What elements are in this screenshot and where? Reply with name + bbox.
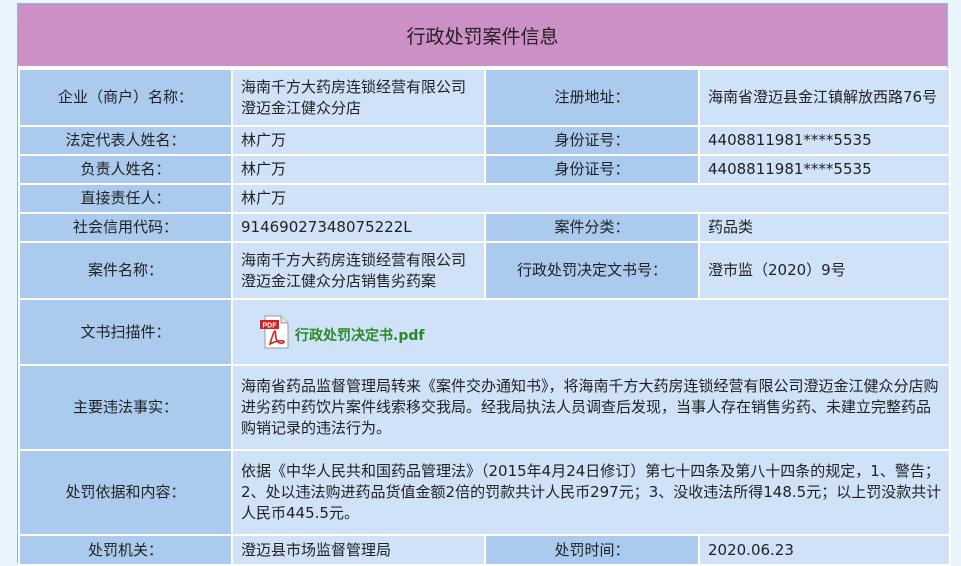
table-row: 直接责任人： 林广万 <box>18 183 951 214</box>
table-row: 主要违法事实： 海南省药品监督管理局转来《案件交办通知书》，将海南千方大药房连锁… <box>18 364 951 451</box>
legal-rep-value: 林广万 <box>231 125 486 156</box>
table-row: 处罚机关： 澄迈县市场监督管理局 处罚时间： 2020.06.23 <box>18 534 951 566</box>
address-label: 注册地址： <box>484 68 700 127</box>
direct-responsible-value: 林广万 <box>231 183 951 214</box>
table-row: 负责人姓名： 林广万 身份证号： 4408811981****5535 <box>18 154 951 185</box>
authority-label: 处罚机关： <box>18 534 233 566</box>
scan-label: 文书扫描件： <box>18 298 233 366</box>
credit-code-value: 91469027348075222L <box>231 212 486 243</box>
id-number-value: 4408811981****5535 <box>698 125 951 156</box>
id-number-label-2: 身份证号： <box>484 154 700 185</box>
legal-rep-label: 法定代表人姓名： <box>18 125 233 156</box>
decision-no-value: 澄市监（2020）9号 <box>698 241 951 300</box>
case-info-panel: 行政处罚案件信息 企业（商户）名称： 海南千方大药房连锁经营有限公司澄迈金江健众… <box>17 3 951 566</box>
facts-value: 海南省药品监督管理局转来《案件交办通知书》，将海南千方大药房连锁经营有限公司澄迈… <box>231 364 951 451</box>
company-name-value: 海南千方大药房连锁经营有限公司澄迈金江健众分店 <box>231 68 486 127</box>
id-number-label: 身份证号： <box>484 125 700 156</box>
pdf-attachment-label[interactable]: 行政处罚决定书.pdf <box>295 326 424 347</box>
case-category-value: 药品类 <box>698 212 951 243</box>
company-name-label: 企业（商户）名称： <box>18 68 233 127</box>
person-in-charge-value: 林广万 <box>231 154 486 185</box>
svg-text:PDF: PDF <box>263 323 278 330</box>
scan-cell: PDF 行政处罚决定书.pdf <box>231 298 951 366</box>
table-row: 社会信用代码： 91469027348075222L 案件分类： 药品类 <box>18 212 951 243</box>
case-info-table: 企业（商户）名称： 海南千方大药房连锁经营有限公司澄迈金江健众分店 注册地址： … <box>18 68 951 566</box>
penalty-time-value: 2020.06.23 <box>698 534 951 566</box>
table-row: 法定代表人姓名： 林广万 身份证号： 4408811981****5535 <box>18 125 951 156</box>
case-name-value: 海南千方大药房连锁经营有限公司澄迈金江健众分店销售劣药案 <box>231 241 486 300</box>
direct-responsible-label: 直接责任人： <box>18 183 233 214</box>
pdf-attachment-link[interactable]: PDF 行政处罚决定书.pdf <box>259 314 945 350</box>
credit-code-label: 社会信用代码： <box>18 212 233 243</box>
person-in-charge-label: 负责人姓名： <box>18 154 233 185</box>
penalty-time-label: 处罚时间： <box>484 534 700 566</box>
id-number-value-2: 4408811981****5535 <box>698 154 951 185</box>
decision-no-label: 行政处罚决定文书号： <box>484 241 700 300</box>
table-row: 企业（商户）名称： 海南千方大药房连锁经营有限公司澄迈金江健众分店 注册地址： … <box>18 68 951 127</box>
page-title: 行政处罚案件信息 <box>18 4 947 68</box>
case-name-label: 案件名称： <box>18 241 233 300</box>
table-row: 案件名称： 海南千方大药房连锁经营有限公司澄迈金江健众分店销售劣药案 行政处罚决… <box>18 241 951 300</box>
facts-label: 主要违法事实： <box>18 364 233 451</box>
authority-value: 澄迈县市场监督管理局 <box>231 534 486 566</box>
pdf-file-icon: PDF <box>260 315 289 349</box>
basis-value: 依据《中华人民共和国药品管理法》（2015年4月24日修订）第七十四条及第八十四… <box>231 449 951 536</box>
case-category-label: 案件分类： <box>484 212 700 243</box>
table-row: 处罚依据和内容： 依据《中华人民共和国药品管理法》（2015年4月24日修订）第… <box>18 449 951 536</box>
basis-label: 处罚依据和内容： <box>18 449 233 536</box>
address-value: 海南省澄迈县金江镇解放西路76号 <box>698 68 951 127</box>
table-row: 文书扫描件： PDF 行政处罚决定书.pdf <box>18 298 951 366</box>
